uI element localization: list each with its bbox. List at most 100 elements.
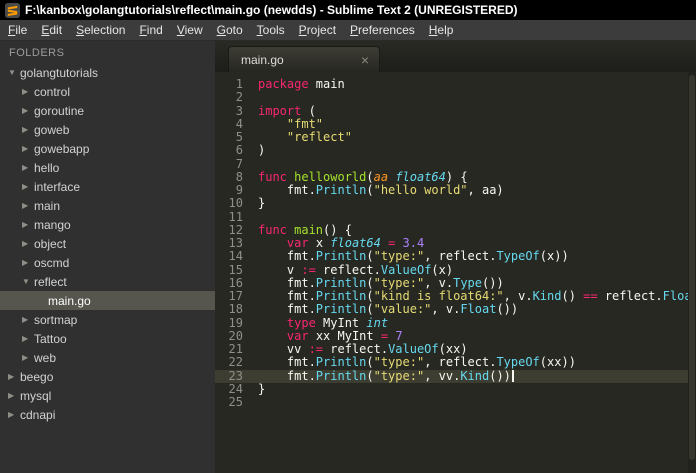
expand-icon[interactable]: ▶: [20, 201, 34, 210]
code-line-1[interactable]: 1 package main: [215, 77, 696, 91]
code-line-8[interactable]: 8 func helloworld(aa float64) {: [215, 170, 696, 184]
line-number[interactable]: 25: [215, 395, 243, 409]
tree-folder-interface[interactable]: ▶ interface: [0, 177, 215, 196]
line-number[interactable]: 8: [215, 170, 243, 184]
scrollbar-thumb[interactable]: [689, 75, 695, 460]
code-line-10[interactable]: 10}: [215, 196, 696, 210]
title-bar[interactable]: F:\kanbox\golangtutorials\reflect\main.g…: [0, 0, 696, 20]
line-number[interactable]: 24: [215, 382, 243, 396]
collapse-icon[interactable]: ▼: [6, 68, 20, 77]
line-number[interactable]: 22: [215, 355, 243, 369]
code-line-21[interactable]: 21 vv := reflect.ValueOf(xx): [215, 342, 696, 356]
menu-item-tools[interactable]: Tools: [250, 21, 292, 39]
code-line-14[interactable]: 14 fmt.Println("type:", reflect.TypeOf(x…: [215, 249, 696, 263]
tree-folder-cdnapi[interactable]: ▶ cdnapi: [0, 405, 215, 424]
line-number[interactable]: 6: [215, 143, 243, 157]
code-line-7[interactable]: 7: [215, 157, 696, 171]
line-number[interactable]: 23: [215, 369, 243, 383]
collapse-icon[interactable]: ▼: [20, 277, 34, 286]
line-number[interactable]: 15: [215, 263, 243, 277]
menu-item-view[interactable]: View: [170, 21, 210, 39]
line-number[interactable]: 20: [215, 329, 243, 343]
menu-item-selection[interactable]: Selection: [69, 21, 132, 39]
tree-folder-reflect[interactable]: ▼ reflect: [0, 272, 215, 291]
line-number[interactable]: 17: [215, 289, 243, 303]
code-line-4[interactable]: 4 "fmt": [215, 117, 696, 131]
tree-folder-goroutine[interactable]: ▶ goroutine: [0, 101, 215, 120]
menu-item-edit[interactable]: Edit: [34, 21, 69, 39]
code-line-19[interactable]: 19 type MyInt int: [215, 316, 696, 330]
line-number[interactable]: 5: [215, 130, 243, 144]
expand-icon[interactable]: ▶: [20, 258, 34, 267]
code-line-16[interactable]: 16 fmt.Println("type:", v.Type()): [215, 276, 696, 290]
expand-icon[interactable]: ▶: [20, 163, 34, 172]
line-number[interactable]: 1: [215, 77, 243, 91]
code-line-24[interactable]: 24}: [215, 382, 696, 396]
expand-icon[interactable]: ▶: [20, 125, 34, 134]
code-line-2[interactable]: 2: [215, 90, 696, 104]
code-line-3[interactable]: 3 import (: [215, 104, 696, 118]
menu-item-find[interactable]: Find: [132, 21, 169, 39]
code-line-5[interactable]: 5 "reflect": [215, 130, 696, 144]
tree-folder-control[interactable]: ▶ control: [0, 82, 215, 101]
menu-item-project[interactable]: Project: [292, 21, 343, 39]
tree-folder-oscmd[interactable]: ▶ oscmd: [0, 253, 215, 272]
line-number[interactable]: 3: [215, 104, 243, 118]
expand-icon[interactable]: ▶: [20, 334, 34, 343]
code-line-6[interactable]: 6): [215, 143, 696, 157]
tree-folder-main[interactable]: ▶ main: [0, 196, 215, 215]
menu-item-goto[interactable]: Goto: [210, 21, 250, 39]
line-number[interactable]: 7: [215, 157, 243, 171]
line-number[interactable]: 4: [215, 117, 243, 131]
expand-icon[interactable]: ▶: [6, 372, 20, 381]
menu-item-help[interactable]: Help: [422, 21, 461, 39]
editor-scrollbar[interactable]: [688, 72, 696, 473]
line-number[interactable]: 9: [215, 183, 243, 197]
line-number[interactable]: 13: [215, 236, 243, 250]
line-number[interactable]: 21: [215, 342, 243, 356]
tree-folder-object[interactable]: ▶ object: [0, 234, 215, 253]
tree-folder-mango[interactable]: ▶ mango: [0, 215, 215, 234]
expand-icon[interactable]: ▶: [20, 106, 34, 115]
tree-folder-goweb[interactable]: ▶ goweb: [0, 120, 215, 139]
code-line-22[interactable]: 22 fmt.Println("type:", reflect.TypeOf(x…: [215, 355, 696, 369]
tree-folder-beego[interactable]: ▶ beego: [0, 367, 215, 386]
code-line-15[interactable]: 15 v := reflect.ValueOf(x): [215, 263, 696, 277]
tree-folder-gowebapp[interactable]: ▶ gowebapp: [0, 139, 215, 158]
code-line-9[interactable]: 9 fmt.Println("hello world", aa): [215, 183, 696, 197]
line-number[interactable]: 10: [215, 196, 243, 210]
tree-folder-mysql[interactable]: ▶ mysql: [0, 386, 215, 405]
code-line-25[interactable]: 25: [215, 395, 696, 409]
menu-item-file[interactable]: File: [1, 21, 34, 39]
code-line-17[interactable]: 17 fmt.Println("kind is float64:", v.Kin…: [215, 289, 696, 303]
tab-main-go[interactable]: main.go ×: [228, 46, 380, 72]
expand-icon[interactable]: ▶: [20, 239, 34, 248]
line-number[interactable]: 19: [215, 316, 243, 330]
line-number[interactable]: 11: [215, 210, 243, 224]
expand-icon[interactable]: ▶: [6, 410, 20, 419]
tree-folder-web[interactable]: ▶ web: [0, 348, 215, 367]
line-number[interactable]: 14: [215, 249, 243, 263]
code-line-20[interactable]: 20 var xx MyInt = 7: [215, 329, 696, 343]
code-line-12[interactable]: 12 func main() {: [215, 223, 696, 237]
expand-icon[interactable]: ▶: [20, 315, 34, 324]
expand-icon[interactable]: ▶: [20, 182, 34, 191]
line-number[interactable]: 16: [215, 276, 243, 290]
code-area[interactable]: 1 package main 2 3 import (4 "fmt" 5 "reflect…: [215, 72, 696, 473]
tree-folder-golangtutorials[interactable]: ▼ golangtutorials: [0, 63, 215, 82]
tree-file-main.go[interactable]: main.go: [0, 291, 215, 310]
tab-close-icon[interactable]: ×: [359, 53, 371, 67]
expand-icon[interactable]: ▶: [20, 87, 34, 96]
menu-item-preferences[interactable]: Preferences: [343, 21, 422, 39]
tree-folder-sortmap[interactable]: ▶ sortmap: [0, 310, 215, 329]
line-number[interactable]: 2: [215, 90, 243, 104]
line-number[interactable]: 12: [215, 223, 243, 237]
code-line-13[interactable]: 13 var x float64 = 3.4: [215, 236, 696, 250]
expand-icon[interactable]: ▶: [6, 391, 20, 400]
expand-icon[interactable]: ▶: [20, 220, 34, 229]
code-line-18[interactable]: 18 fmt.Println("value:", v.Float()): [215, 302, 696, 316]
expand-icon[interactable]: ▶: [20, 144, 34, 153]
code-line-11[interactable]: 11: [215, 210, 696, 224]
code-line-23[interactable]: 23 fmt.Println("type:", vv.Kind()): [215, 369, 696, 383]
tree-folder-hello[interactable]: ▶ hello: [0, 158, 215, 177]
